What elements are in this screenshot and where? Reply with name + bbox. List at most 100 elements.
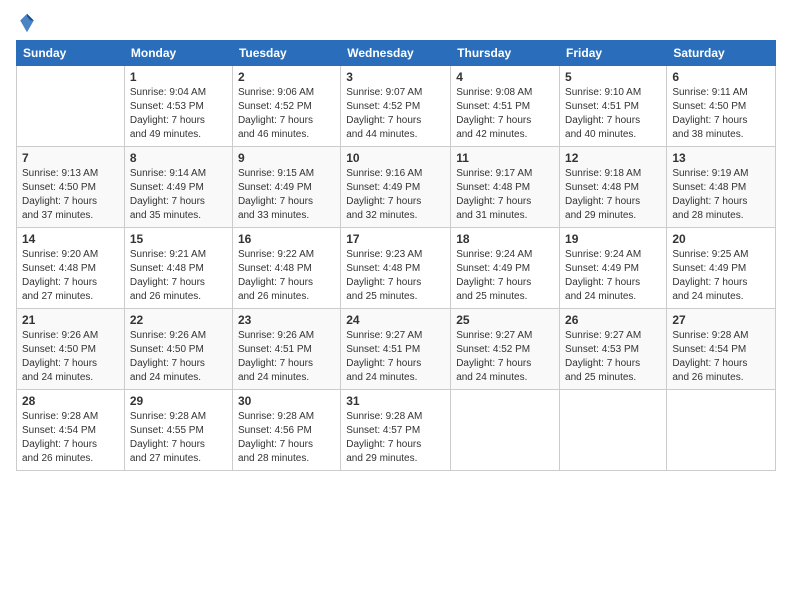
- sunrise-text: Sunrise: 9:15 AM: [238, 167, 335, 181]
- daylight-minutes-text: and 46 minutes.: [238, 128, 335, 142]
- weekday-header-tuesday: Tuesday: [232, 41, 340, 66]
- day-info: Sunrise: 9:28 AMSunset: 4:57 PMDaylight:…: [346, 410, 445, 466]
- daylight-minutes-text: and 28 minutes.: [672, 209, 770, 223]
- calendar-cell: 25Sunrise: 9:27 AMSunset: 4:52 PMDayligh…: [451, 309, 560, 390]
- day-number: 25: [456, 313, 554, 327]
- daylight-minutes-text: and 26 minutes.: [22, 452, 119, 466]
- sunset-text: Sunset: 4:53 PM: [565, 343, 661, 357]
- daylight-hours-text: Daylight: 7 hours: [130, 276, 227, 290]
- day-number: 12: [565, 151, 661, 165]
- day-info: Sunrise: 9:07 AMSunset: 4:52 PMDaylight:…: [346, 86, 445, 142]
- calendar-cell: [560, 390, 667, 471]
- daylight-minutes-text: and 24 minutes.: [565, 290, 661, 304]
- day-number: 24: [346, 313, 445, 327]
- day-number: 18: [456, 232, 554, 246]
- daylight-hours-text: Daylight: 7 hours: [130, 195, 227, 209]
- sunrise-text: Sunrise: 9:28 AM: [238, 410, 335, 424]
- day-info: Sunrise: 9:26 AMSunset: 4:50 PMDaylight:…: [22, 329, 119, 385]
- calendar-cell: 17Sunrise: 9:23 AMSunset: 4:48 PMDayligh…: [341, 228, 451, 309]
- day-info: Sunrise: 9:20 AMSunset: 4:48 PMDaylight:…: [22, 248, 119, 304]
- sunset-text: Sunset: 4:49 PM: [238, 181, 335, 195]
- sunset-text: Sunset: 4:49 PM: [565, 262, 661, 276]
- daylight-hours-text: Daylight: 7 hours: [346, 438, 445, 452]
- daylight-hours-text: Daylight: 7 hours: [672, 114, 770, 128]
- day-number: 16: [238, 232, 335, 246]
- calendar-cell: 11Sunrise: 9:17 AMSunset: 4:48 PMDayligh…: [451, 147, 560, 228]
- day-info: Sunrise: 9:13 AMSunset: 4:50 PMDaylight:…: [22, 167, 119, 223]
- daylight-minutes-text: and 42 minutes.: [456, 128, 554, 142]
- weekday-header-saturday: Saturday: [667, 41, 776, 66]
- calendar-cell: 4Sunrise: 9:08 AMSunset: 4:51 PMDaylight…: [451, 66, 560, 147]
- daylight-hours-text: Daylight: 7 hours: [22, 276, 119, 290]
- daylight-hours-text: Daylight: 7 hours: [565, 114, 661, 128]
- sunrise-text: Sunrise: 9:28 AM: [346, 410, 445, 424]
- calendar-cell: 14Sunrise: 9:20 AMSunset: 4:48 PMDayligh…: [17, 228, 125, 309]
- calendar-week-4: 21Sunrise: 9:26 AMSunset: 4:50 PMDayligh…: [17, 309, 776, 390]
- day-number: 5: [565, 70, 661, 84]
- sunset-text: Sunset: 4:51 PM: [238, 343, 335, 357]
- sunset-text: Sunset: 4:51 PM: [456, 100, 554, 114]
- day-info: Sunrise: 9:06 AMSunset: 4:52 PMDaylight:…: [238, 86, 335, 142]
- day-number: 4: [456, 70, 554, 84]
- sunset-text: Sunset: 4:50 PM: [672, 100, 770, 114]
- sunset-text: Sunset: 4:52 PM: [346, 100, 445, 114]
- calendar-cell: 2Sunrise: 9:06 AMSunset: 4:52 PMDaylight…: [232, 66, 340, 147]
- sunset-text: Sunset: 4:51 PM: [346, 343, 445, 357]
- calendar-cell: 9Sunrise: 9:15 AMSunset: 4:49 PMDaylight…: [232, 147, 340, 228]
- sunset-text: Sunset: 4:51 PM: [565, 100, 661, 114]
- calendar-body: 1Sunrise: 9:04 AMSunset: 4:53 PMDaylight…: [17, 66, 776, 471]
- calendar-cell: 30Sunrise: 9:28 AMSunset: 4:56 PMDayligh…: [232, 390, 340, 471]
- day-number: 20: [672, 232, 770, 246]
- daylight-minutes-text: and 25 minutes.: [346, 290, 445, 304]
- daylight-hours-text: Daylight: 7 hours: [130, 357, 227, 371]
- calendar-cell: [667, 390, 776, 471]
- daylight-hours-text: Daylight: 7 hours: [672, 276, 770, 290]
- sunset-text: Sunset: 4:48 PM: [238, 262, 335, 276]
- calendar-cell: 27Sunrise: 9:28 AMSunset: 4:54 PMDayligh…: [667, 309, 776, 390]
- sunrise-text: Sunrise: 9:28 AM: [672, 329, 770, 343]
- day-number: 1: [130, 70, 227, 84]
- sunrise-text: Sunrise: 9:26 AM: [22, 329, 119, 343]
- day-number: 17: [346, 232, 445, 246]
- calendar-cell: 10Sunrise: 9:16 AMSunset: 4:49 PMDayligh…: [341, 147, 451, 228]
- day-info: Sunrise: 9:15 AMSunset: 4:49 PMDaylight:…: [238, 167, 335, 223]
- sunrise-text: Sunrise: 9:19 AM: [672, 167, 770, 181]
- sunset-text: Sunset: 4:52 PM: [456, 343, 554, 357]
- daylight-hours-text: Daylight: 7 hours: [130, 114, 227, 128]
- sunrise-text: Sunrise: 9:13 AM: [22, 167, 119, 181]
- weekday-header-thursday: Thursday: [451, 41, 560, 66]
- sunset-text: Sunset: 4:49 PM: [346, 181, 445, 195]
- calendar-week-5: 28Sunrise: 9:28 AMSunset: 4:54 PMDayligh…: [17, 390, 776, 471]
- day-info: Sunrise: 9:27 AMSunset: 4:51 PMDaylight:…: [346, 329, 445, 385]
- calendar-table: SundayMondayTuesdayWednesdayThursdayFrid…: [16, 40, 776, 471]
- day-number: 23: [238, 313, 335, 327]
- sunset-text: Sunset: 4:48 PM: [346, 262, 445, 276]
- daylight-minutes-text: and 24 minutes.: [238, 371, 335, 385]
- daylight-minutes-text: and 24 minutes.: [22, 371, 119, 385]
- calendar-cell: 12Sunrise: 9:18 AMSunset: 4:48 PMDayligh…: [560, 147, 667, 228]
- day-number: 10: [346, 151, 445, 165]
- sunrise-text: Sunrise: 9:08 AM: [456, 86, 554, 100]
- calendar-cell: [451, 390, 560, 471]
- calendar-cell: 3Sunrise: 9:07 AMSunset: 4:52 PMDaylight…: [341, 66, 451, 147]
- sunrise-text: Sunrise: 9:21 AM: [130, 248, 227, 262]
- calendar-cell: 15Sunrise: 9:21 AMSunset: 4:48 PMDayligh…: [124, 228, 232, 309]
- day-info: Sunrise: 9:26 AMSunset: 4:50 PMDaylight:…: [130, 329, 227, 385]
- sunrise-text: Sunrise: 9:07 AM: [346, 86, 445, 100]
- sunrise-text: Sunrise: 9:23 AM: [346, 248, 445, 262]
- sunset-text: Sunset: 4:50 PM: [22, 343, 119, 357]
- calendar-cell: [17, 66, 125, 147]
- daylight-hours-text: Daylight: 7 hours: [238, 114, 335, 128]
- day-number: 13: [672, 151, 770, 165]
- weekday-header-monday: Monday: [124, 41, 232, 66]
- sunset-text: Sunset: 4:57 PM: [346, 424, 445, 438]
- daylight-minutes-text: and 24 minutes.: [456, 371, 554, 385]
- sunrise-text: Sunrise: 9:28 AM: [22, 410, 119, 424]
- sunset-text: Sunset: 4:48 PM: [130, 262, 227, 276]
- sunset-text: Sunset: 4:48 PM: [22, 262, 119, 276]
- daylight-minutes-text: and 26 minutes.: [130, 290, 227, 304]
- sunset-text: Sunset: 4:48 PM: [672, 181, 770, 195]
- calendar-cell: 7Sunrise: 9:13 AMSunset: 4:50 PMDaylight…: [17, 147, 125, 228]
- daylight-hours-text: Daylight: 7 hours: [22, 357, 119, 371]
- daylight-hours-text: Daylight: 7 hours: [456, 357, 554, 371]
